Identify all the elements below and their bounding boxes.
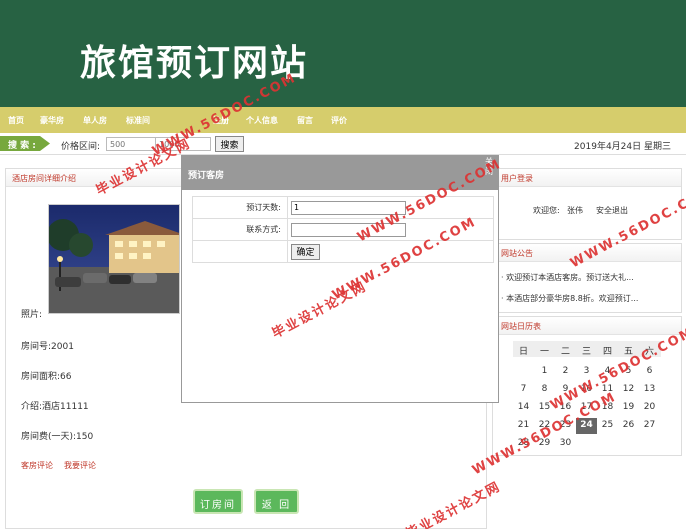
nav-home[interactable]: 首页	[8, 115, 24, 126]
username: 张伟	[567, 206, 583, 215]
nav-single-room[interactable]: 单人房	[83, 115, 107, 126]
calendar-day[interactable]: 25	[597, 418, 618, 434]
calendar-weekday: 二	[560, 347, 570, 357]
calendar-weekday: 四	[602, 347, 612, 357]
calendar-day[interactable]: 20	[639, 400, 660, 416]
days-input[interactable]	[291, 200, 406, 215]
main-nav: 首页 豪华房 单人房 标准间 注册 个人信息 留言 评价	[0, 107, 686, 133]
nav-guestbook[interactable]: 留言	[297, 115, 313, 126]
search-button[interactable]: 搜索	[215, 136, 244, 152]
nav-deluxe-room[interactable]: 豪华房	[40, 115, 64, 126]
calendar-weekday: 一	[539, 347, 549, 357]
calendar-title: 网站日历表	[493, 317, 681, 335]
room-photo	[48, 204, 180, 314]
welcome-text: 欢迎您:	[533, 206, 560, 215]
notice-item[interactable]: · 欢迎预订本酒店客房。预订送大礼...	[501, 272, 634, 283]
site-title: 旅馆预订网站	[80, 43, 309, 84]
photo-label: 照片:	[21, 310, 43, 320]
book-room-button[interactable]: 订房间	[193, 489, 243, 514]
calendar-day[interactable]: 1	[534, 364, 555, 380]
calendar-day[interactable]: 13	[639, 382, 660, 398]
back-button[interactable]: 返 回	[254, 489, 299, 514]
room-fee: 房间费(一天):150	[21, 432, 94, 442]
days-label: 预订天数:	[192, 196, 288, 219]
calendar-day[interactable]: 14	[513, 400, 534, 416]
calendar-weekday: 日	[518, 347, 528, 357]
calendar-day[interactable]: 26	[618, 418, 639, 434]
nav-profile[interactable]: 个人信息	[246, 115, 278, 126]
room-area: 房间面积:66	[21, 372, 72, 382]
nav-standard-room[interactable]: 标准间	[126, 115, 150, 126]
user-login-title: 用户登录	[493, 169, 681, 187]
calendar-day[interactable]: 8	[534, 382, 555, 398]
room-intro: 介绍:酒店11111	[21, 402, 89, 412]
notice-item[interactable]: · 本酒店部分豪华房8.8折。欢迎预订...	[501, 293, 638, 304]
empty-cell	[192, 240, 288, 263]
current-date: 2019年4月24日 星期三	[574, 142, 671, 152]
hotel-night-image	[49, 205, 179, 313]
calendar-day[interactable]: 7	[513, 382, 534, 398]
calendar-day[interactable]: 27	[639, 418, 660, 434]
price-range-label: 价格区间:	[61, 142, 101, 152]
site-header: 旅馆预订网站	[0, 0, 686, 107]
search-tab: 搜 索 :	[0, 136, 50, 151]
calendar-day[interactable]: 2	[555, 364, 576, 380]
confirm-button[interactable]: 确定	[291, 243, 320, 260]
write-review-link[interactable]: 我要评论	[64, 460, 96, 471]
room-reviews-link[interactable]: 客房评论	[21, 460, 53, 471]
calendar-weekday: 三	[581, 347, 591, 357]
calendar-day[interactable]: 19	[618, 400, 639, 416]
contact-label: 联系方式:	[192, 218, 288, 241]
logout-link[interactable]: 安全退出	[596, 205, 628, 216]
room-number: 房间号:2001	[21, 342, 74, 352]
search-bar: 搜 索 : 价格区间: 搜索 2019年4月24日 星期三	[0, 133, 686, 155]
calendar-day[interactable]: 12	[618, 382, 639, 398]
nav-review[interactable]: 评价	[331, 115, 347, 126]
calendar-day[interactable]: 30	[555, 436, 576, 452]
